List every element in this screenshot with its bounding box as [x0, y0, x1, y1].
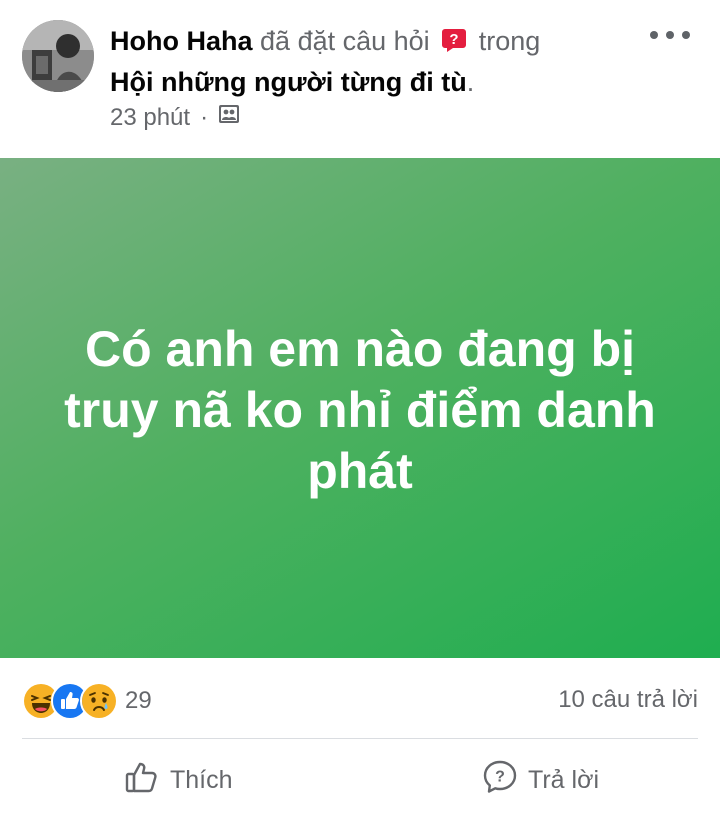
reactions-summary[interactable]: 29 — [22, 682, 152, 720]
sad-reaction-icon — [80, 682, 118, 720]
question-banner[interactable]: Có anh em nào đang bị truy nã ko nhỉ điể… — [0, 158, 720, 658]
group-privacy-icon — [218, 103, 240, 132]
post-heading-line: Hoho Haha đã đặt câu hỏi ? trong — [110, 22, 630, 63]
group-line: Hội những người từng đi tù. — [110, 63, 630, 101]
more-dot — [682, 31, 690, 39]
action-text: đã đặt câu hỏi — [260, 26, 430, 56]
reaction-count: 29 — [125, 687, 152, 714]
divider — [22, 738, 698, 739]
reply-label: Trả lời — [528, 766, 600, 794]
post-stats: 29 10 câu trả lời — [0, 660, 720, 738]
author-avatar[interactable] — [22, 20, 94, 92]
like-button[interactable]: Thích — [124, 759, 233, 802]
group-period: . — [466, 67, 475, 97]
group-name-link[interactable]: Hội những người từng đi tù — [110, 67, 467, 97]
thumbs-up-icon — [124, 759, 160, 802]
question-text: Có anh em nào đang bị truy nã ko nhỉ điể… — [64, 320, 656, 499]
post-header: Hoho Haha đã đặt câu hỏi ? trong Hội nhữ… — [0, 0, 720, 158]
like-label: Thích — [170, 766, 233, 794]
more-dot — [666, 31, 674, 39]
answer-count[interactable]: 10 câu trả lời — [558, 686, 698, 714]
action-bar: Thích ? Trả lời — [0, 745, 720, 817]
trong-text: trong — [478, 26, 541, 56]
svg-text:?: ? — [450, 31, 459, 48]
author-name[interactable]: Hoho Haha — [110, 26, 253, 56]
meta-separator: · — [200, 103, 209, 131]
post-heading: Hoho Haha đã đặt câu hỏi ? trong Hội nhữ… — [110, 22, 630, 101]
svg-text:?: ? — [495, 769, 505, 786]
question-badge-icon: ? — [441, 25, 467, 63]
post-meta: 23 phút · — [110, 103, 240, 132]
more-options-icon[interactable] — [650, 22, 690, 48]
more-dot — [650, 31, 658, 39]
question-bubble-icon: ? — [482, 759, 518, 802]
post-time[interactable]: 23 phút — [110, 104, 190, 132]
reply-button[interactable]: ? Trả lời — [482, 759, 599, 802]
